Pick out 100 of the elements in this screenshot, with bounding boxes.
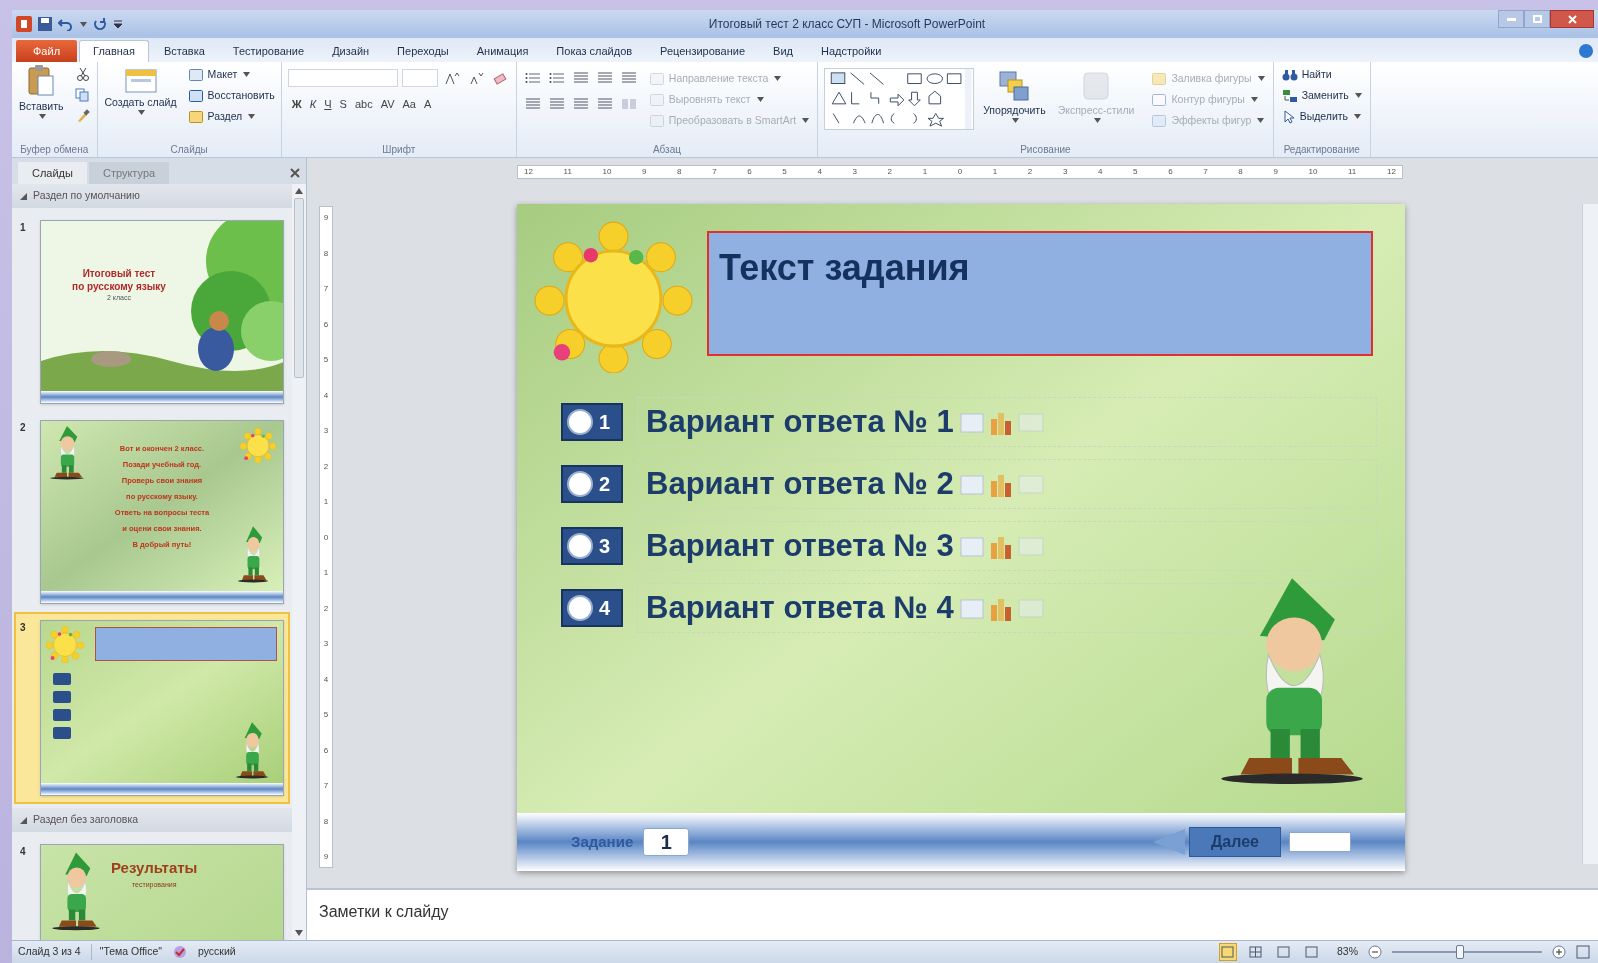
ribbon-tab[interactable]: Вид [760, 40, 806, 62]
thumbnail-row[interactable]: 3 [14, 612, 290, 804]
caret-icon [802, 118, 810, 123]
format-button[interactable]: Ч [320, 94, 336, 114]
ruler-number: 1 [323, 497, 329, 506]
ruler-number: 6 [1168, 166, 1173, 178]
cursor-icon [1281, 109, 1296, 124]
ruler-number: 7 [323, 284, 329, 293]
ruler-number: 1 [323, 568, 329, 577]
ribbon-tab[interactable]: Надстройки [807, 40, 895, 62]
section-header[interactable]: Раздел по умолчанию [12, 184, 292, 208]
slide-thumbnail[interactable] [39, 620, 284, 796]
notes-field[interactable]: Заметки к слайду [307, 888, 1598, 940]
font-size-field[interactable] [401, 69, 438, 87]
ruler-number: 8 [323, 816, 329, 826]
format-button[interactable]: AV [376, 94, 399, 114]
ruler-number: 8 [677, 166, 682, 178]
layout-icon [187, 66, 204, 83]
ruler-number: 2 [323, 603, 329, 613]
close-icon[interactable] [290, 168, 300, 178]
caret-icon [243, 72, 251, 77]
format-button[interactable]: Aa [398, 94, 420, 114]
font-field[interactable] [287, 69, 398, 87]
ribbon-tab[interactable]: Главная [79, 40, 149, 62]
answer-option[interactable]: Вариант ответа № 1 [637, 397, 1377, 447]
text-icon [648, 91, 665, 108]
zoom-out-icon[interactable] [1368, 945, 1382, 959]
shapes-gallery[interactable] [824, 68, 975, 130]
pane-tab[interactable]: Слайды [18, 162, 87, 184]
task-number-field[interactable]: 1 [643, 828, 690, 856]
ribbon-tab[interactable]: Переходы [384, 40, 462, 62]
zoom-in-icon[interactable] [1552, 945, 1566, 959]
format-button[interactable]: abc [350, 94, 377, 114]
radio-button[interactable]: 3 [561, 527, 623, 565]
table-icon [959, 597, 984, 619]
caret-icon [248, 114, 256, 119]
minimize-button[interactable] [1498, 10, 1524, 28]
collapse-icon [20, 192, 27, 200]
maximize-button[interactable] [1524, 10, 1550, 28]
input-field[interactable] [1289, 832, 1351, 852]
ribbon-tab[interactable]: Вставка [150, 40, 218, 62]
redo-icon[interactable] [93, 17, 107, 31]
caret-icon [1354, 93, 1362, 98]
ruler-number: 3 [852, 166, 857, 178]
close-button[interactable] [1550, 10, 1594, 28]
thumbnail-text: по русскому языку [72, 280, 166, 293]
ribbon-button[interactable]: Макет [185, 64, 277, 85]
answer-option[interactable]: Вариант ответа № 2 [637, 459, 1377, 509]
format-button[interactable]: S [335, 94, 351, 114]
format-button[interactable]: Ж [287, 94, 306, 114]
ruler-number: 4 [323, 674, 329, 684]
slide-number: 3 [20, 621, 27, 635]
caret-icon [38, 114, 46, 119]
fit-icon[interactable] [1576, 945, 1590, 959]
thumbnail-text: Итоговый тест [82, 267, 156, 280]
ribbon-tab[interactable]: Рецензирование [647, 40, 759, 62]
back-arrow-icon[interactable] [1153, 829, 1185, 855]
ribbon-button[interactable]: Заменить [1279, 85, 1364, 106]
answer-option[interactable]: Вариант ответа № 3 [637, 521, 1377, 571]
format-button[interactable]: A [420, 94, 436, 114]
caret-icon [138, 110, 146, 115]
language-label[interactable]: русский [198, 944, 236, 960]
ribbon-button[interactable]: Восстановить [185, 85, 277, 106]
ruler-number: 3 [323, 426, 329, 435]
ribbon-button[interactable]: Упорядочить [980, 68, 1049, 142]
title-box[interactable]: Текст задания [707, 231, 1373, 356]
ribbon-button[interactable]: Вставить [16, 62, 67, 142]
section-icon [187, 108, 204, 125]
radio-button[interactable]: 4 [561, 589, 623, 627]
zoom-label[interactable]: 83% [1337, 944, 1358, 960]
ruler-number: 1 [992, 166, 998, 178]
ribbon-tab[interactable]: Показ слайдов [543, 40, 646, 62]
ribbon-button[interactable]: Выделить [1279, 106, 1364, 127]
ribbon-tab[interactable]: Дизайн [319, 40, 383, 62]
spellcheck-icon[interactable] [172, 945, 188, 959]
slide-number: 1 [20, 221, 27, 235]
scroll-up-icon[interactable] [295, 188, 303, 194]
save-icon[interactable] [38, 17, 52, 31]
undo-icon[interactable] [58, 17, 72, 31]
ribbon-button[interactable]: Раздел [185, 106, 277, 127]
radio-button[interactable]: 1 [561, 403, 623, 441]
ribbon-tab[interactable]: Анимация [463, 40, 542, 62]
help-icon[interactable] [1578, 43, 1594, 59]
zoom-thumb[interactable] [1455, 945, 1464, 959]
section-header[interactable]: Раздел без заголовка [12, 808, 292, 832]
radio-button[interactable]: 2 [561, 465, 623, 503]
app-icon[interactable] [16, 16, 32, 32]
view-button[interactable] [1247, 943, 1265, 961]
customize-icon[interactable] [113, 19, 123, 29]
ruler-number: 0 [957, 166, 963, 178]
ribbon-tab[interactable]: Тестирование [219, 40, 318, 62]
scroll-thumb[interactable] [294, 198, 304, 378]
ribbon-button[interactable]: Найти [1279, 64, 1364, 85]
ruler-number: 5 [782, 166, 787, 178]
ribbon-button[interactable]: Создать слайд [101, 62, 180, 142]
scroll-down-icon[interactable] [295, 930, 303, 936]
ruler-number: 9 [323, 852, 329, 861]
file-tab[interactable]: Файл [16, 40, 78, 62]
radio-icon [52, 673, 71, 685]
format-button[interactable]: К [305, 94, 321, 114]
